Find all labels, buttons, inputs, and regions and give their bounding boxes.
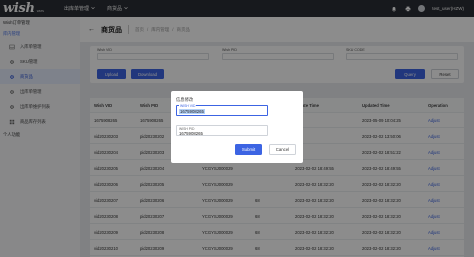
submit-button[interactable]: Submit [235,144,262,155]
modal-pid-value: 1675908265 [179,131,203,136]
modal-vid-label: WISH VID [179,104,197,108]
modal-pid-field[interactable]: WISH PID 1675908265 [176,125,268,136]
cancel-button[interactable]: Cancel [269,144,296,155]
modal-vid-value: 1675908265 [179,109,205,114]
modal-title: 信息修改 [176,97,194,102]
modal-vid-field[interactable]: WISH VID 1675908265 [176,104,268,116]
edit-info-modal: 信息修改 WISH VID 1675908265 WISH PID 167590… [171,91,303,163]
